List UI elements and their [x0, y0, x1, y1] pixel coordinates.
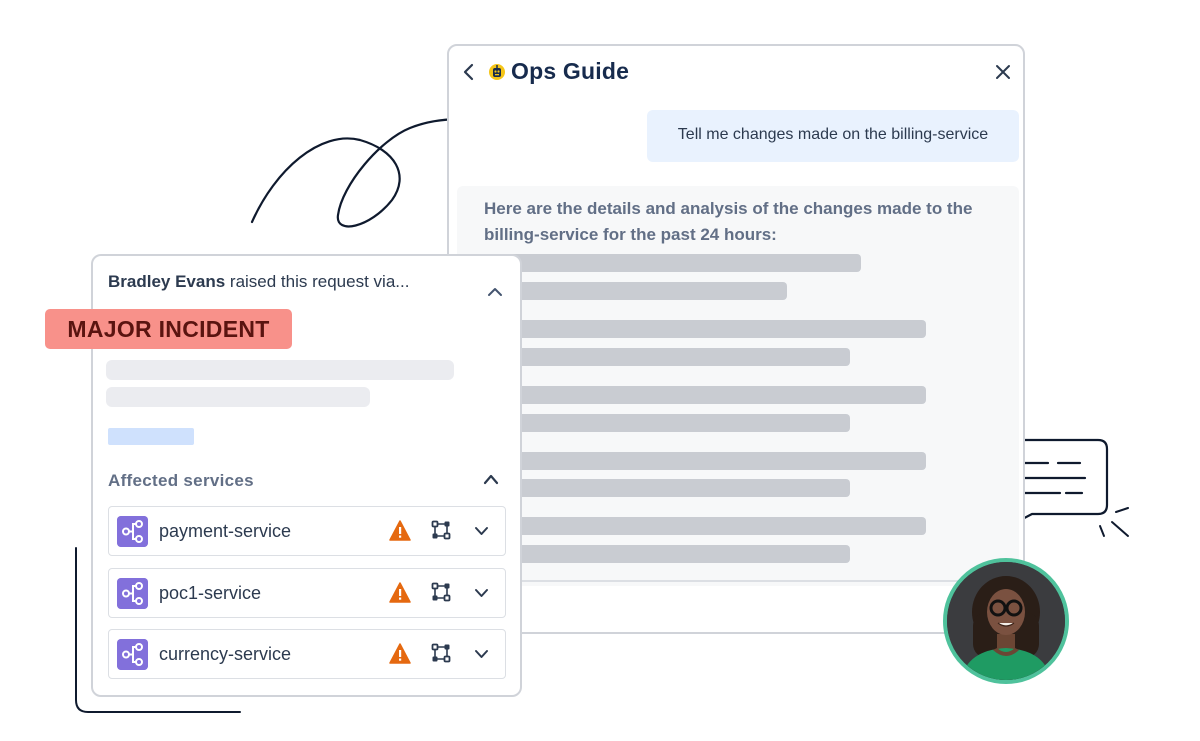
- service-row[interactable]: currency-service: [108, 629, 506, 679]
- service-row[interactable]: poc1-service: [108, 568, 506, 618]
- composer-divider: [449, 580, 1023, 582]
- close-icon[interactable]: [993, 62, 1013, 82]
- ops-guide-header: Ops Guide: [449, 46, 1023, 100]
- request-header: Bradley Evans raised this request via...: [108, 272, 409, 292]
- service-name: currency-service: [159, 644, 292, 664]
- service-node-icon: [117, 578, 148, 609]
- description-placeholder: [106, 360, 454, 380]
- loading-line: [484, 517, 926, 535]
- dependency-graph-icon[interactable]: [431, 643, 451, 663]
- loading-line: [484, 414, 850, 432]
- loading-line: [484, 386, 926, 404]
- chevron-left-icon[interactable]: [461, 61, 477, 83]
- robot-icon: [489, 64, 505, 80]
- avatar: [943, 558, 1069, 684]
- service-node-icon: [117, 516, 148, 547]
- service-row[interactable]: payment-service: [108, 506, 506, 556]
- warning-icon: [389, 643, 411, 664]
- curly-arrow-doodle: [250, 118, 476, 228]
- chevron-up-icon[interactable]: [482, 473, 500, 485]
- loading-line: [484, 479, 850, 497]
- loading-line: [484, 452, 926, 470]
- service-node-icon: [117, 639, 148, 670]
- ops-guide-title: Ops Guide: [511, 58, 630, 84]
- loading-line: [484, 545, 850, 563]
- user-message-bubble: Tell me changes made on the billing-serv…: [647, 110, 1019, 162]
- ops-guide-panel: Ops Guide Tell me changes made on the bi…: [447, 44, 1025, 634]
- loading-line: [484, 320, 926, 338]
- description-placeholder: [106, 387, 370, 407]
- major-incident-badge: MAJOR INCIDENT: [45, 309, 292, 349]
- assistant-message-text: Here are the details and analysis of the…: [484, 199, 973, 244]
- affected-services-title: Affected services: [108, 471, 254, 490]
- requester-name[interactable]: Bradley Evans: [108, 272, 225, 291]
- chevron-down-icon[interactable]: [474, 588, 489, 598]
- warning-icon: [389, 520, 411, 541]
- chevron-down-icon[interactable]: [474, 526, 489, 536]
- chevron-down-icon[interactable]: [474, 649, 489, 659]
- service-name: poc1-service: [159, 583, 262, 603]
- loading-line: [484, 282, 787, 300]
- link-placeholder[interactable]: [108, 428, 194, 445]
- assistant-message-bubble: Here are the details and analysis of the…: [457, 186, 1019, 586]
- request-header-text: raised this request via...: [225, 272, 410, 291]
- avatar-illustration: [947, 562, 1065, 680]
- service-name: payment-service: [159, 521, 292, 541]
- warning-icon: [389, 582, 411, 603]
- loading-line: [484, 348, 850, 366]
- loading-line: [484, 254, 861, 272]
- dependency-graph-icon[interactable]: [431, 520, 451, 540]
- dependency-graph-icon[interactable]: [431, 582, 451, 602]
- chevron-up-icon[interactable]: [486, 286, 504, 298]
